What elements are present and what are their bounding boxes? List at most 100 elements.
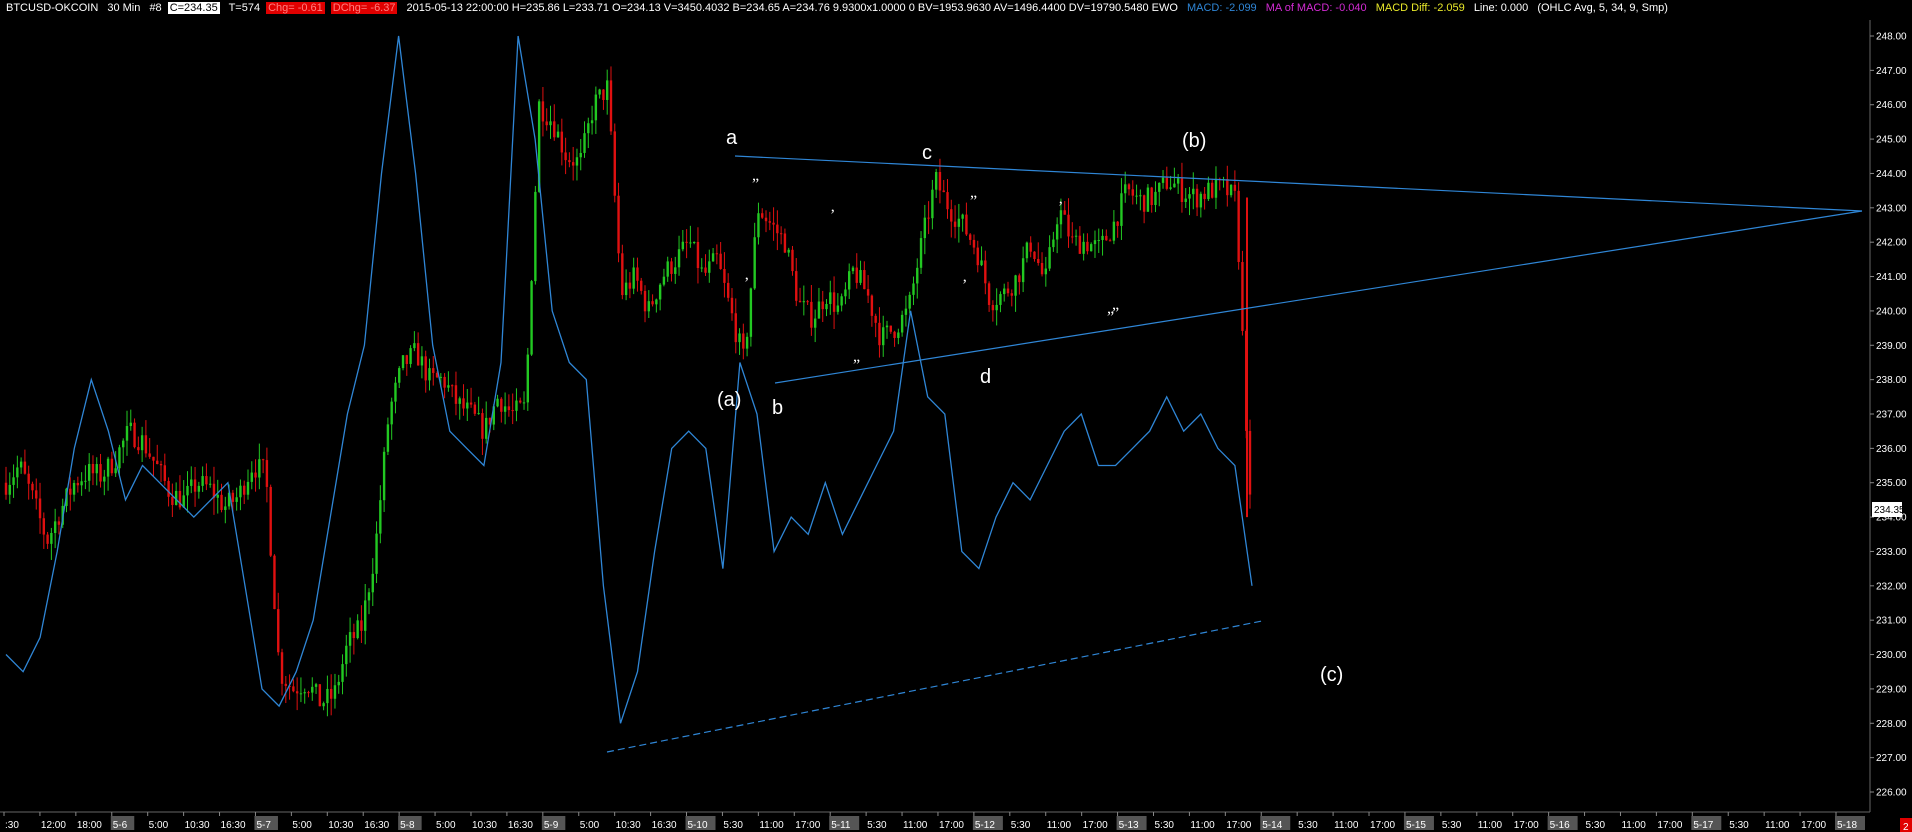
candle-body — [534, 191, 537, 282]
candle-body — [594, 94, 598, 121]
candle-body — [420, 356, 424, 366]
trendline-2[interactable] — [774, 210, 1863, 384]
candle-body — [87, 463, 91, 481]
candle-body — [885, 325, 889, 328]
candle-body — [575, 157, 579, 166]
candle-body — [507, 406, 511, 411]
time-label: 10:30 — [328, 820, 353, 831]
candle-body — [1229, 184, 1233, 196]
candle-body — [322, 703, 325, 707]
candle-body — [469, 402, 473, 405]
candle-body — [69, 488, 72, 495]
candle-body — [889, 325, 892, 332]
candle-body — [337, 681, 340, 686]
date-label: 5-8 — [400, 820, 415, 831]
candle-body — [1169, 187, 1172, 189]
candle-body — [503, 406, 507, 412]
candle-body — [405, 355, 409, 364]
candle-body — [311, 686, 314, 693]
candle-body — [624, 282, 628, 296]
candle-body — [738, 333, 741, 343]
last-price-tag: 234.35 — [1872, 502, 1905, 517]
candle-body — [590, 120, 594, 124]
candle-body — [224, 506, 227, 510]
time-label: 17:00 — [1657, 820, 1682, 831]
candle-body — [1086, 241, 1089, 252]
candle-body — [859, 270, 862, 283]
candle-body — [12, 477, 15, 485]
time-label: 17:00 — [1370, 820, 1395, 831]
price-tick-label: 245.00 — [1876, 135, 1907, 146]
candle-body — [292, 686, 295, 692]
price-tick-label: 237.00 — [1876, 410, 1907, 421]
price-tick-label: 239.00 — [1876, 341, 1907, 352]
candle-body — [1105, 235, 1108, 241]
candle-body — [473, 404, 477, 414]
candle-body — [583, 133, 586, 153]
candle-body — [326, 688, 329, 704]
price-chart[interactable]: 226.00 227.00 228.00 229.00 230.00 231.00 232.… — [0, 0, 1912, 832]
candle-body — [454, 385, 458, 404]
candle-body — [1233, 184, 1237, 191]
candle-body — [352, 632, 356, 639]
candle-body — [628, 282, 632, 289]
trendline-3[interactable] — [606, 620, 1263, 753]
candle-body — [696, 241, 700, 269]
candle-body — [341, 664, 344, 682]
candle-body — [632, 267, 635, 289]
price-tick-label: 247.00 — [1876, 66, 1907, 77]
candle-body — [261, 459, 265, 461]
candle-body — [791, 249, 794, 272]
time-label: 17:00 — [1226, 820, 1251, 831]
candle-body — [1142, 195, 1146, 212]
time-label: 5:00 — [580, 820, 600, 831]
wave-label: c — [922, 142, 932, 164]
candle-body — [609, 80, 613, 132]
candle-body — [243, 485, 246, 495]
candle-body — [1074, 235, 1078, 237]
candle-body — [1131, 189, 1134, 196]
candle-body — [4, 482, 8, 495]
candle-body — [348, 632, 352, 646]
candle-body — [757, 213, 760, 238]
candle-body — [1124, 184, 1127, 194]
candle-body — [810, 301, 813, 328]
candle-body — [1116, 221, 1119, 226]
trendlines[interactable] — [606, 155, 1863, 753]
candle-body — [991, 304, 995, 311]
price-tick-label: 242.00 — [1876, 238, 1907, 249]
date-label: 5-12 — [975, 820, 995, 831]
candle-body — [1010, 293, 1013, 296]
wave-label: b — [772, 397, 783, 419]
trendline-1[interactable] — [734, 155, 1863, 212]
candle-body — [1226, 179, 1229, 196]
candle-body — [186, 485, 189, 496]
time-label: 11:00 — [1621, 820, 1646, 831]
candle-body — [386, 424, 390, 452]
candle-body — [1040, 262, 1044, 275]
candle-body — [1101, 235, 1104, 241]
candle-body — [1135, 195, 1138, 197]
candle-body — [662, 276, 666, 285]
candle-body — [80, 481, 83, 486]
price-tick-label: 233.00 — [1876, 547, 1907, 558]
candle-body — [280, 652, 284, 684]
candle-body — [205, 476, 208, 485]
candle-body — [1048, 247, 1051, 269]
candle-body — [844, 289, 847, 297]
wave-subdivision-mark: ” — [853, 357, 860, 374]
candle-body — [965, 214, 968, 235]
time-label: 16:30 — [221, 820, 246, 831]
candle-body — [1203, 193, 1206, 200]
candlestick-series — [4, 66, 1252, 717]
wave-subdivision-mark: ’ — [744, 275, 749, 292]
candle-body — [201, 476, 204, 486]
candle-body — [598, 89, 601, 95]
candle-body — [1214, 178, 1218, 198]
candle-body — [1199, 193, 1203, 208]
candle-body — [42, 518, 46, 535]
candle-body — [647, 301, 650, 312]
candle-body — [568, 160, 571, 163]
date-label: 5-13 — [1119, 820, 1139, 831]
candle-body — [23, 461, 27, 474]
